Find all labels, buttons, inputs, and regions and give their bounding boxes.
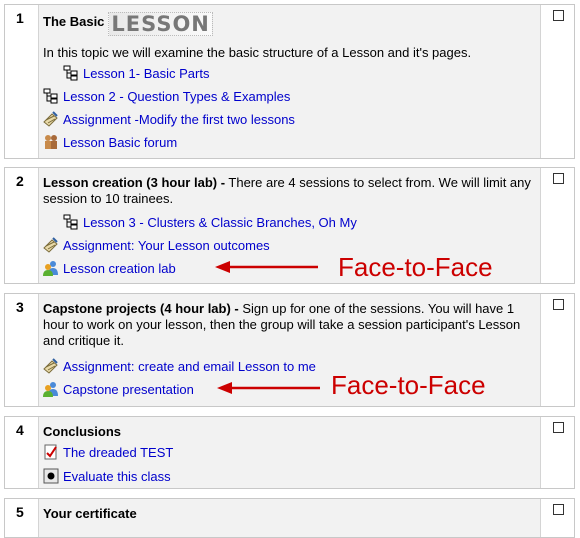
show-only-section-toggle[interactable]: [553, 299, 564, 310]
section-title: Your certificate: [43, 506, 137, 521]
lesson-title-image: LESSON: [108, 12, 213, 36]
section-side-cell: [540, 499, 574, 537]
section-summary: Capstone projects (4 hour lab) - Sign up…: [43, 301, 536, 349]
section-number-cell: 2: [5, 168, 39, 283]
lesson-icon: [63, 214, 78, 230]
activity-item[interactable]: Capstone presentation: [43, 381, 194, 398]
forum-icon: [45, 135, 57, 149]
activity-item[interactable]: Lesson Basic forum: [43, 134, 177, 151]
show-only-section-toggle[interactable]: [553, 504, 564, 515]
course-section-5: 5 Your certificate: [4, 498, 575, 538]
section-side-cell: [540, 294, 574, 406]
section-title: Lesson creation (3 hour lab) -: [43, 175, 226, 190]
activity-link[interactable]: Capstone presentation: [63, 382, 194, 397]
face-to-face-icon: [43, 261, 58, 276]
activity-link[interactable]: Evaluate this class: [63, 469, 171, 484]
activity-link[interactable]: Assignment: create and email Lesson to m…: [63, 359, 316, 374]
section-summary: In this topic we will examine the basic …: [43, 45, 472, 60]
activity-link[interactable]: Lesson 3 - Clusters & Classic Branches, …: [83, 215, 357, 230]
activity-item[interactable]: Lesson 3 - Clusters & Classic Branches, …: [63, 214, 357, 231]
activity-item[interactable]: Assignment -Modify the first two lessons: [43, 111, 295, 128]
section-title: Capstone projects (4 hour lab) -: [43, 301, 239, 316]
activity-item[interactable]: Assignment: Your Lesson outcomes: [43, 237, 270, 254]
course-section-1: 1 The Basic LESSON In this topic we will …: [4, 4, 575, 159]
feedback-icon: [43, 468, 59, 484]
face-to-face-annotation: Face-to-Face: [338, 252, 493, 282]
section-number: 5: [16, 504, 24, 520]
lesson-icon: [63, 65, 78, 81]
show-only-section-toggle[interactable]: [553, 10, 564, 21]
activity-item[interactable]: Assignment: create and email Lesson to m…: [43, 358, 316, 375]
activity-item[interactable]: Evaluate this class: [43, 468, 171, 485]
assignment-icon: [43, 358, 58, 374]
activity-link[interactable]: Lesson 2 - Question Types & Examples: [63, 89, 290, 104]
face-to-face-icon: [43, 382, 58, 397]
section-side-cell: [540, 417, 574, 488]
annotation-arrow: [215, 261, 318, 273]
activity-link[interactable]: Lesson creation lab: [63, 261, 176, 276]
activity-item[interactable]: Lesson 1- Basic Parts: [63, 65, 209, 82]
activity-item[interactable]: Lesson 2 - Question Types & Examples: [43, 88, 290, 105]
section-number-cell: 4: [5, 417, 39, 488]
section-number-cell: 3: [5, 294, 39, 406]
section-number: 1: [16, 10, 24, 26]
show-only-section-toggle[interactable]: [553, 422, 564, 433]
annotation-arrow: [217, 382, 320, 394]
section-number-cell: 1: [5, 5, 39, 158]
section-summary: Lesson creation (3 hour lab) - There are…: [43, 175, 536, 207]
section-title-row: Your certificate: [43, 506, 137, 522]
section-title-row: The Basic LESSON: [43, 12, 213, 36]
section-number: 2: [16, 173, 24, 189]
section-title: Conclusions: [43, 424, 122, 439]
section-side-cell: [540, 5, 574, 158]
section-number-cell: 5: [5, 499, 39, 537]
assignment-icon: [43, 111, 58, 127]
activity-link[interactable]: Assignment -Modify the first two lessons: [63, 112, 295, 127]
course-section-4: 4 Conclusions The dreaded TEST Evaluate …: [4, 416, 575, 489]
face-to-face-annotation: Face-to-Face: [331, 370, 486, 400]
section-title-row: Conclusions: [43, 424, 121, 440]
activity-item[interactable]: The dreaded TEST: [43, 444, 173, 461]
activity-link[interactable]: Lesson 1- Basic Parts: [83, 66, 209, 81]
activity-link[interactable]: Lesson Basic forum: [63, 135, 177, 150]
section-side-cell: [540, 168, 574, 283]
activity-item[interactable]: Lesson creation lab: [43, 260, 176, 277]
assignment-icon: [43, 237, 58, 253]
show-only-section-toggle[interactable]: [553, 173, 564, 184]
section-title: The Basic: [43, 14, 105, 29]
quiz-icon: [44, 444, 57, 460]
activity-link[interactable]: Assignment: Your Lesson outcomes: [63, 238, 270, 253]
activity-link[interactable]: The dreaded TEST: [63, 445, 173, 460]
lesson-icon: [43, 88, 58, 104]
section-number: 4: [16, 422, 24, 438]
section-number: 3: [16, 299, 24, 315]
